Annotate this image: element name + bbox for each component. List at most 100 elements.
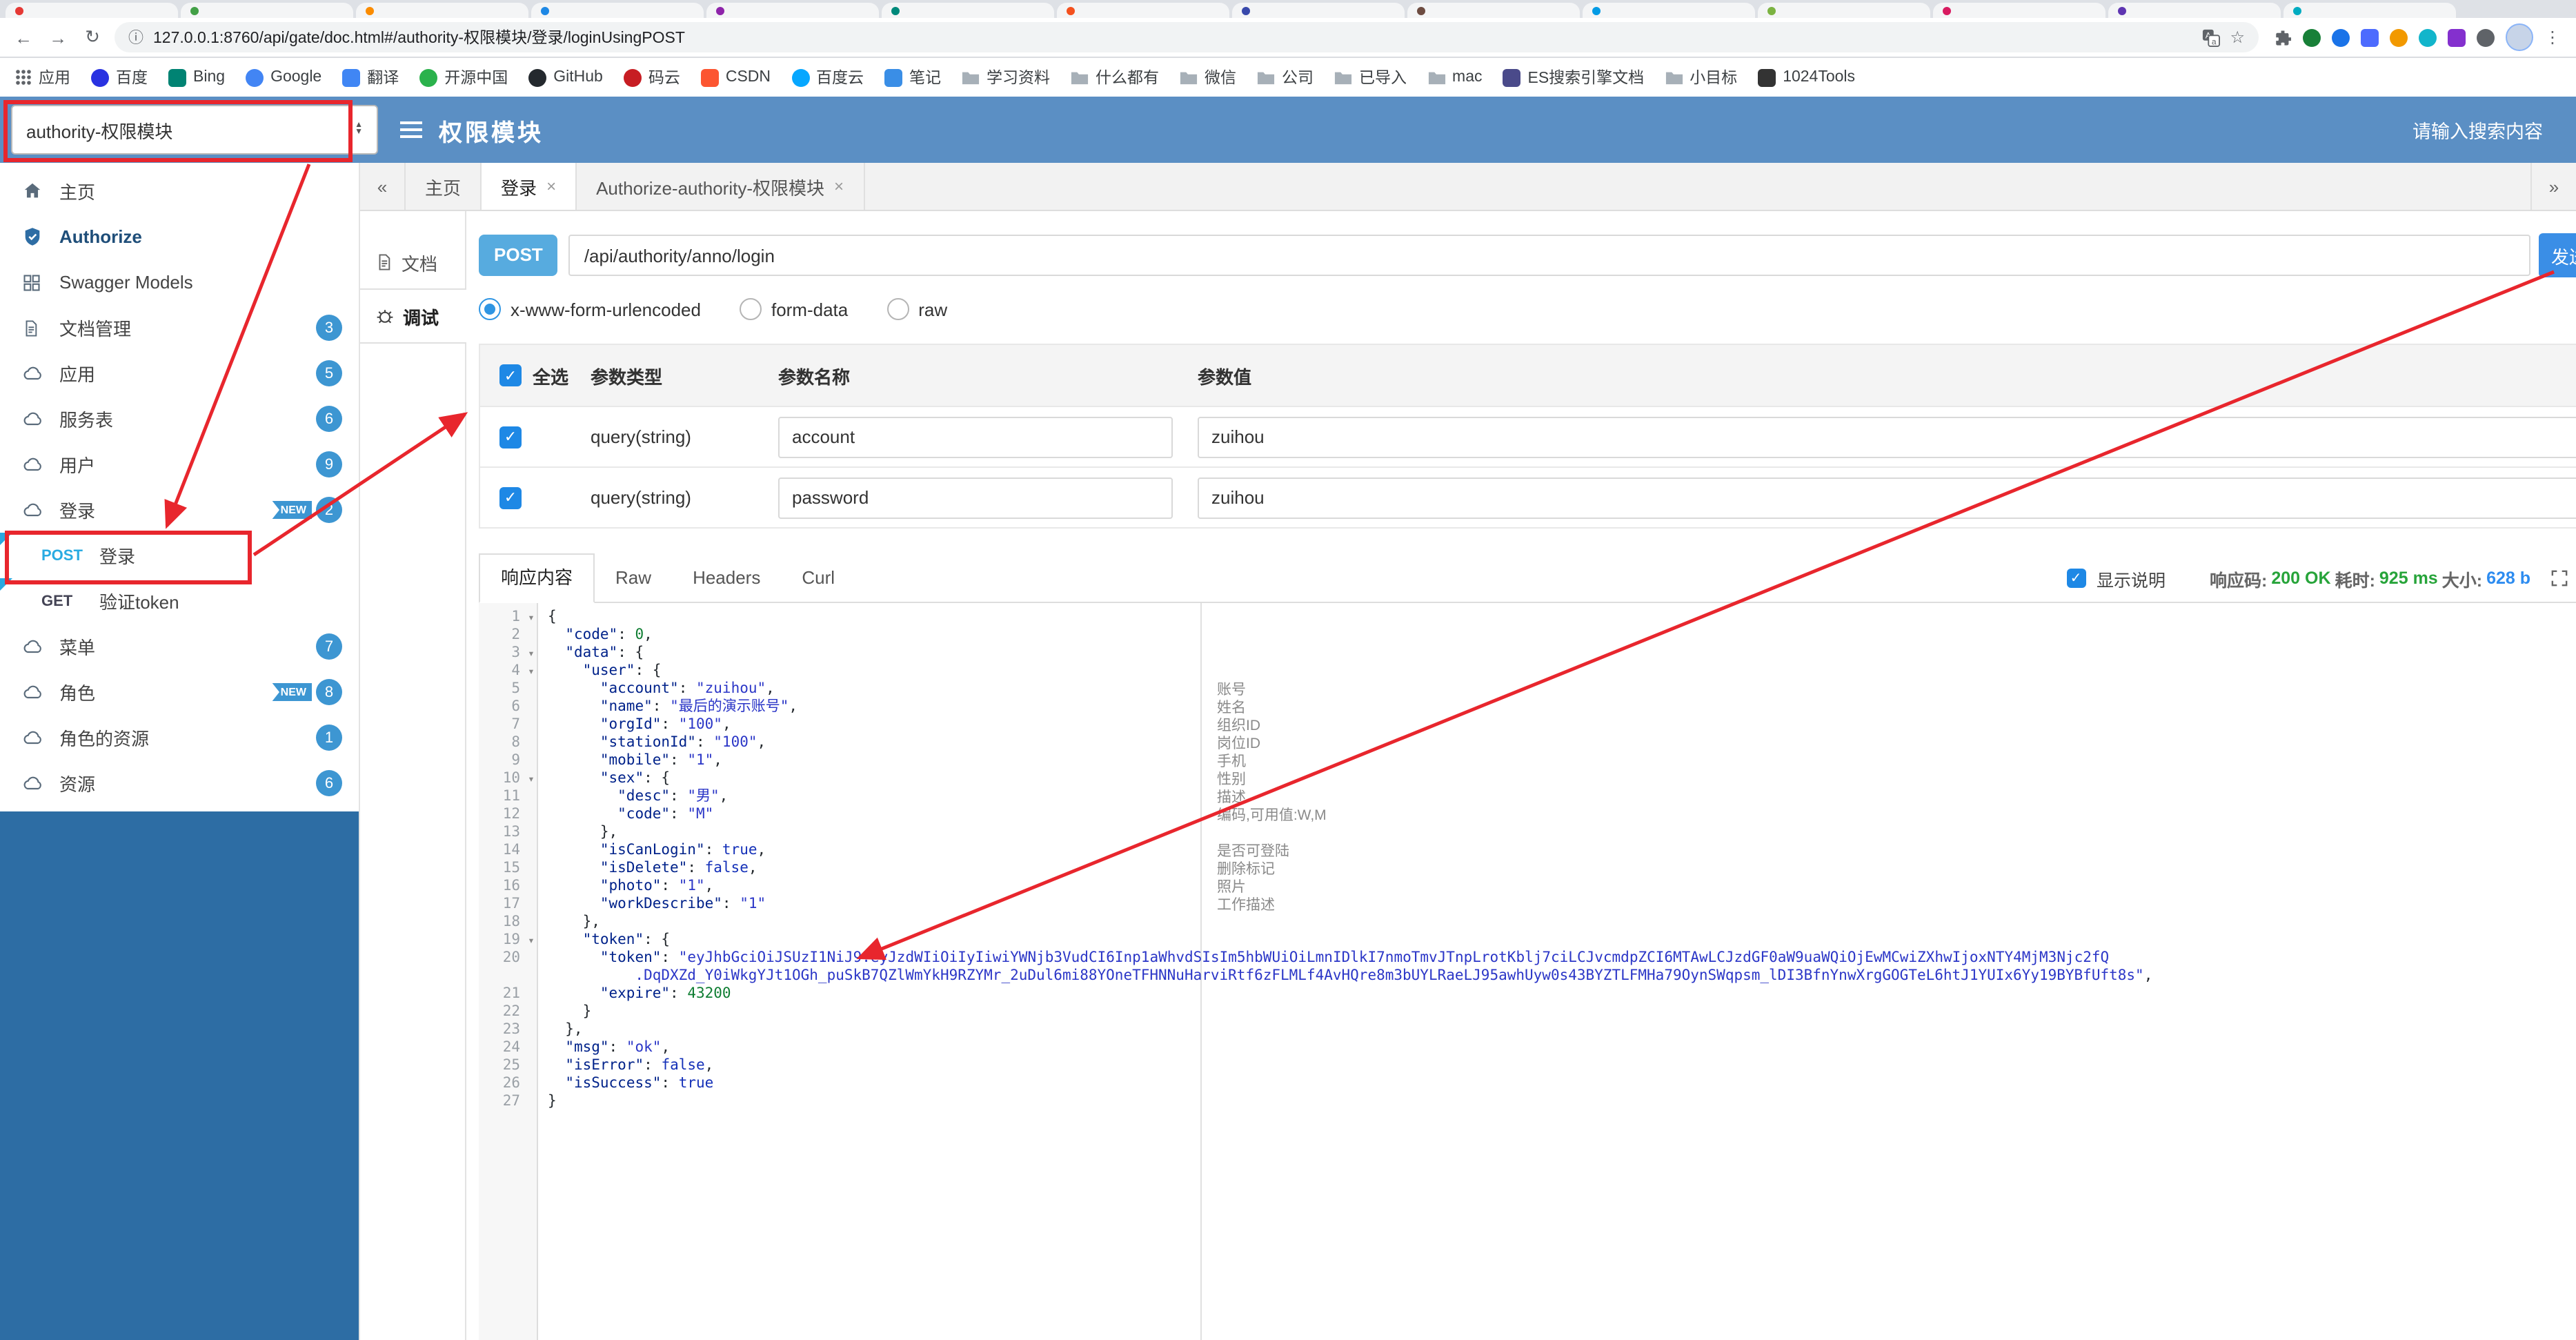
bookmark-item[interactable]: mac [1427, 68, 1483, 86]
back-icon[interactable]: ← [11, 27, 36, 48]
bookmark-item[interactable]: 应用 [14, 66, 70, 88]
bookmark-item[interactable]: 小目标 [1665, 66, 1737, 88]
browser-tab[interactable] [356, 3, 528, 18]
bookmark-star-icon[interactable]: ☆ [2230, 28, 2245, 47]
document-tab[interactable]: 主页 [406, 163, 482, 210]
browser-tab[interactable] [2108, 3, 2281, 18]
browser-menu-icon[interactable]: ⋮ [2544, 28, 2561, 47]
info-icon[interactable]: ⓘ [128, 26, 143, 48]
browser-tab[interactable] [531, 3, 704, 18]
folder-icon [1427, 68, 1445, 86]
bookmark-item[interactable]: ES搜索引擎文档 [1503, 66, 1644, 88]
extension-icon[interactable] [2390, 28, 2408, 46]
sidebar-item[interactable]: 服务表 6 [0, 396, 359, 442]
search-input[interactable]: 请输入搜索内容 [2412, 116, 2543, 144]
show-description-checkbox[interactable]: ✓ [2066, 569, 2085, 588]
extension-icon[interactable] [2477, 28, 2495, 46]
bookmark-item[interactable]: 开源中国 [419, 66, 508, 88]
tabs-scroll-left-icon[interactable]: « [360, 163, 406, 210]
sidebar-item[interactable]: 应用 5 [0, 351, 359, 396]
extension-icon[interactable] [2361, 28, 2379, 46]
sidebar-item[interactable]: 菜单 7 [0, 624, 359, 669]
param-name-input[interactable] [778, 477, 1173, 518]
translate-icon[interactable]: Aa [2202, 28, 2221, 46]
bookmark-item[interactable]: CSDN [700, 68, 771, 86]
sidebar-endpoint-get[interactable]: GET 验证token [0, 578, 359, 624]
content-type-option[interactable]: raw [886, 298, 947, 320]
sidebar-item[interactable]: 角色 NEW 8 [0, 669, 359, 715]
response-tab[interactable]: Headers [672, 555, 781, 602]
profile-avatar[interactable] [2506, 23, 2533, 51]
fullscreen-icon[interactable] [2551, 570, 2568, 587]
browser-tab[interactable] [181, 3, 353, 18]
sidebar-item[interactable]: 用户 9 [0, 442, 359, 487]
sidebar-item[interactable]: Authorize [0, 214, 359, 259]
forward-icon[interactable]: → [46, 27, 70, 48]
browser-tab[interactable] [1583, 3, 1755, 18]
sidebar-item[interactable]: 角色的资源 1 [0, 715, 359, 760]
document-tab[interactable]: 登录 × [482, 163, 577, 210]
browser-tab[interactable] [2283, 3, 2456, 18]
sidebar-item[interactable]: 登录 NEW 2 [0, 487, 359, 533]
response-tab[interactable]: Raw [595, 555, 672, 602]
extension-icon[interactable] [2332, 28, 2350, 46]
reload-icon[interactable]: ↻ [80, 26, 105, 48]
sidebar-endpoint-post[interactable]: POST 登录 [0, 533, 359, 578]
response-tab[interactable]: 响应内容 [479, 553, 595, 603]
tabs-scroll-right-icon[interactable]: » [2530, 163, 2576, 210]
field-description: 照片 [1217, 879, 1246, 896]
bookmark-item[interactable]: 笔记 [884, 66, 941, 88]
param-value-input[interactable] [1198, 416, 2576, 457]
tab-doc[interactable]: 文档 [360, 236, 465, 288]
bookmark-item[interactable]: 公司 [1257, 66, 1314, 88]
sidebar-item[interactable]: 文档管理 3 [0, 305, 359, 351]
close-icon[interactable]: × [834, 177, 844, 196]
sidebar-item[interactable]: 主页 [0, 168, 359, 214]
document-tab[interactable]: Authorize-authority-权限模块 × [577, 163, 865, 210]
content-type-option[interactable]: x-www-form-urlencoded [479, 298, 701, 320]
address-bar[interactable]: ⓘ 127.0.0.1:8760/api/gate/doc.html#/auth… [115, 22, 2259, 52]
extension-icon[interactable] [2419, 28, 2437, 46]
select-all-checkbox[interactable]: ✓ [499, 364, 522, 386]
response-tab[interactable]: Curl [781, 555, 855, 602]
endpoint-path-input[interactable]: /api/authority/anno/login [568, 235, 2530, 276]
bookmark-item[interactable]: Bing [168, 68, 225, 86]
extension-icon[interactable] [2448, 28, 2466, 46]
bookmark-item[interactable]: Google [246, 68, 321, 86]
close-icon[interactable]: × [546, 177, 556, 196]
browser-tab[interactable] [1407, 3, 1580, 18]
bookmark-item[interactable]: 什么都有 [1071, 66, 1159, 88]
tab-debug[interactable]: 调试 [360, 288, 466, 344]
bookmark-item[interactable]: 1024Tools [1758, 68, 1855, 86]
row-checkbox[interactable]: ✓ [499, 426, 522, 448]
browser-tab[interactable] [882, 3, 1054, 18]
send-button[interactable]: 发送 [2539, 233, 2576, 277]
browser-tab[interactable] [1232, 3, 1405, 18]
bookmark-item[interactable]: 学习资料 [962, 66, 1050, 88]
param-value-input[interactable] [1198, 477, 2576, 518]
params-table: ✓ 全选 参数类型 参数名称 参数值 ✓ query(string) ✓ query(stri… [479, 344, 2576, 529]
browser-tab[interactable] [706, 3, 879, 18]
extension-icon[interactable] [2303, 28, 2321, 46]
browser-tab[interactable] [1933, 3, 2106, 18]
hamburger-icon[interactable] [400, 121, 422, 138]
bookmark-item[interactable]: 百度云 [791, 66, 864, 88]
sidebar-item[interactable]: Swagger Models [0, 259, 359, 305]
puzzle-icon[interactable] [2274, 28, 2292, 46]
browser-tab[interactable] [6, 3, 178, 18]
module-select[interactable]: authority-权限模块 ▲ ▼ [11, 105, 378, 155]
bookmark-item[interactable]: GitHub [528, 68, 603, 86]
param-name-input[interactable] [778, 416, 1173, 457]
browser-tab[interactable] [1057, 3, 1229, 18]
browser-tab[interactable] [1758, 3, 1930, 18]
bookmark-item[interactable]: 微信 [1180, 66, 1236, 88]
response-body-editor[interactable]: 1 ▾{2 "code": 0, 3 ▾ "data": {4 ▾ "user": {5… [479, 603, 2576, 1340]
sidebar-item[interactable]: 资源 6 [0, 760, 359, 806]
content-type-option[interactable]: form-data [739, 298, 848, 320]
select-arrows-icon: ▲ ▼ [355, 121, 363, 137]
bookmark-item[interactable]: 百度 [91, 66, 148, 88]
bookmark-item[interactable]: 码云 [623, 66, 680, 88]
row-checkbox[interactable]: ✓ [499, 486, 522, 509]
bookmark-item[interactable]: 已导入 [1334, 66, 1407, 88]
bookmark-item[interactable]: 翻译 [342, 66, 399, 88]
